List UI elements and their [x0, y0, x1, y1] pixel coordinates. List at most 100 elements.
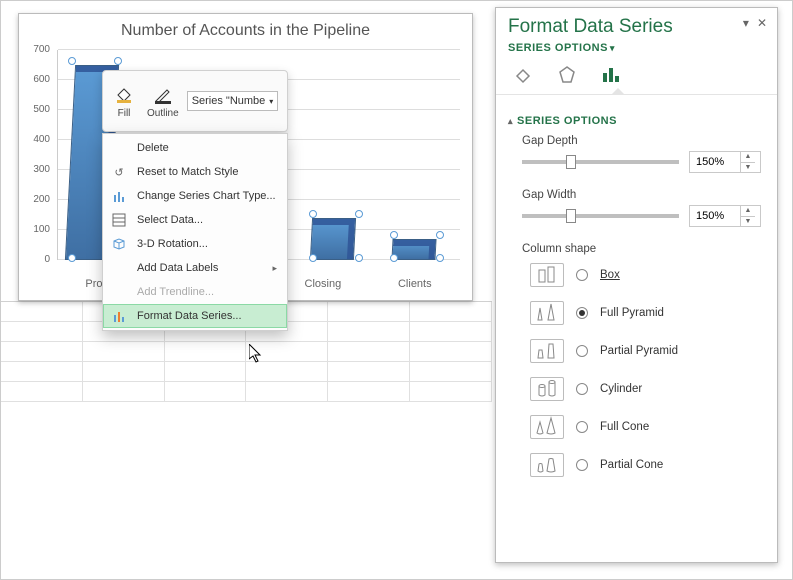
gap-width-slider[interactable]: [522, 214, 679, 218]
full-cone-shape-icon: [530, 415, 564, 439]
shape-option-full-pyramid[interactable]: Full Pyramid: [530, 301, 765, 325]
context-menu: Delete ↺ Reset to Match Style Change Ser…: [102, 133, 288, 331]
gap-depth-input[interactable]: [690, 152, 740, 172]
radio-icon[interactable]: [576, 345, 588, 357]
blank-icon: [111, 260, 127, 276]
chevron-down-icon: ▾: [269, 97, 273, 106]
menu-label: Change Series Chart Type...: [137, 190, 276, 202]
chevron-down-icon: ▾: [610, 43, 615, 53]
cylinder-shape-icon: [530, 377, 564, 401]
blank-icon: [111, 140, 127, 156]
radio-icon[interactable]: [576, 383, 588, 395]
radio-icon[interactable]: [576, 269, 588, 281]
menu-label: 3-D Rotation...: [137, 238, 208, 250]
y-tick: 200: [24, 195, 50, 205]
format-data-series-pane: Format Data Series ▾ ✕ SERIES OPTIONS▾ ▴…: [495, 7, 778, 563]
menu-label: Delete: [137, 142, 169, 154]
pen-icon: [152, 84, 174, 106]
y-tick: 400: [24, 135, 50, 145]
chart-bar-closing[interactable]: [310, 218, 356, 260]
shape-label: Partial Cone: [600, 459, 663, 471]
spinner-up-icon[interactable]: ▲: [741, 152, 755, 163]
column-shape-label: Column shape: [522, 243, 761, 255]
close-button[interactable]: ✕: [757, 16, 767, 30]
tab-fill-line[interactable]: [510, 62, 536, 88]
menu-label: Add Trendline...: [137, 286, 214, 298]
menu-change-series-chart-type[interactable]: Change Series Chart Type...: [103, 184, 287, 208]
chart-type-icon: [111, 188, 127, 204]
gap-depth-slider[interactable]: [522, 160, 679, 164]
spinner-down-icon[interactable]: ▼: [741, 163, 755, 173]
section-title: SERIES OPTIONS: [517, 115, 617, 127]
section-series-options[interactable]: ▴ SERIES OPTIONS: [508, 115, 765, 127]
tab-effects[interactable]: [554, 62, 580, 88]
y-tick: 700: [24, 45, 50, 55]
tab-series-options[interactable]: [598, 62, 624, 88]
format-series-icon: [111, 308, 127, 324]
x-label: Closing: [305, 278, 342, 290]
radio-icon[interactable]: [576, 459, 588, 471]
outline-label: Outline: [147, 108, 179, 119]
gap-depth-spinner[interactable]: ▲▼: [689, 151, 761, 173]
paint-bucket-icon: [113, 84, 135, 106]
y-tick: 300: [24, 165, 50, 175]
mini-toolbar: Fill Outline Series "Numbe ▾: [102, 70, 288, 132]
shape-label: Full Pyramid: [600, 307, 664, 319]
spinner-up-icon[interactable]: ▲: [741, 206, 755, 217]
cube-icon: [111, 236, 127, 252]
fill-label: Fill: [118, 108, 131, 119]
gap-width-label: Gap Width: [522, 189, 761, 201]
gap-depth-label: Gap Depth: [522, 135, 761, 147]
menu-label: Format Data Series...: [137, 310, 242, 322]
shape-option-cylinder[interactable]: Cylinder: [530, 377, 765, 401]
full-pyramid-shape-icon: [530, 301, 564, 325]
gap-width-input[interactable]: [690, 206, 740, 226]
spreadsheet-grid: [1, 301, 492, 579]
menu-label: Add Data Labels: [137, 262, 218, 274]
y-tick: 500: [24, 105, 50, 115]
partial-cone-shape-icon: [530, 453, 564, 477]
menu-reset-match-style[interactable]: ↺ Reset to Match Style: [103, 160, 287, 184]
select-data-icon: [111, 212, 127, 228]
partial-pyramid-shape-icon: [530, 339, 564, 363]
chart-bar-clients[interactable]: [391, 239, 436, 260]
series-options-dropdown[interactable]: SERIES OPTIONS▾: [508, 42, 765, 54]
x-label: Clients: [398, 278, 432, 290]
shape-option-full-cone[interactable]: Full Cone: [530, 415, 765, 439]
outline-button[interactable]: Outline: [143, 82, 183, 121]
chart-title: Number of Accounts in the Pipeline: [19, 14, 472, 44]
shape-label: Box: [600, 269, 620, 281]
y-tick: 0: [24, 255, 50, 265]
series-selector-text: Series "Numbe: [192, 95, 266, 107]
series-selector-combo[interactable]: Series "Numbe ▾: [187, 91, 279, 111]
spinner-down-icon[interactable]: ▼: [741, 217, 755, 227]
fill-button[interactable]: Fill: [109, 82, 139, 121]
blank-icon: [111, 284, 127, 300]
series-options-label: SERIES OPTIONS: [508, 42, 608, 54]
shape-option-box[interactable]: Box: [530, 263, 765, 287]
menu-add-data-labels[interactable]: Add Data Labels ▸: [103, 256, 287, 280]
menu-add-trendline: Add Trendline...: [103, 280, 287, 304]
gap-width-spinner[interactable]: ▲▼: [689, 205, 761, 227]
menu-format-data-series[interactable]: Format Data Series...: [103, 304, 287, 328]
y-tick: 100: [24, 225, 50, 235]
menu-delete[interactable]: Delete: [103, 136, 287, 160]
shape-option-partial-pyramid[interactable]: Partial Pyramid: [530, 339, 765, 363]
shape-label: Partial Pyramid: [600, 345, 678, 357]
pane-title: Format Data Series: [508, 16, 765, 38]
menu-select-data[interactable]: Select Data...: [103, 208, 287, 232]
shape-label: Full Cone: [600, 421, 649, 433]
submenu-arrow-icon: ▸: [272, 263, 277, 274]
shape-label: Cylinder: [600, 383, 642, 395]
shape-option-partial-cone[interactable]: Partial Cone: [530, 453, 765, 477]
radio-icon[interactable]: [576, 421, 588, 433]
menu-label: Reset to Match Style: [137, 166, 239, 178]
reset-icon: ↺: [111, 164, 127, 180]
box-shape-icon: [530, 263, 564, 287]
menu-label: Select Data...: [137, 214, 203, 226]
pane-options-button[interactable]: ▾: [743, 16, 749, 30]
collapse-triangle-icon: ▴: [508, 116, 513, 127]
y-tick: 600: [24, 75, 50, 85]
radio-icon[interactable]: [576, 307, 588, 319]
menu-3d-rotation[interactable]: 3-D Rotation...: [103, 232, 287, 256]
